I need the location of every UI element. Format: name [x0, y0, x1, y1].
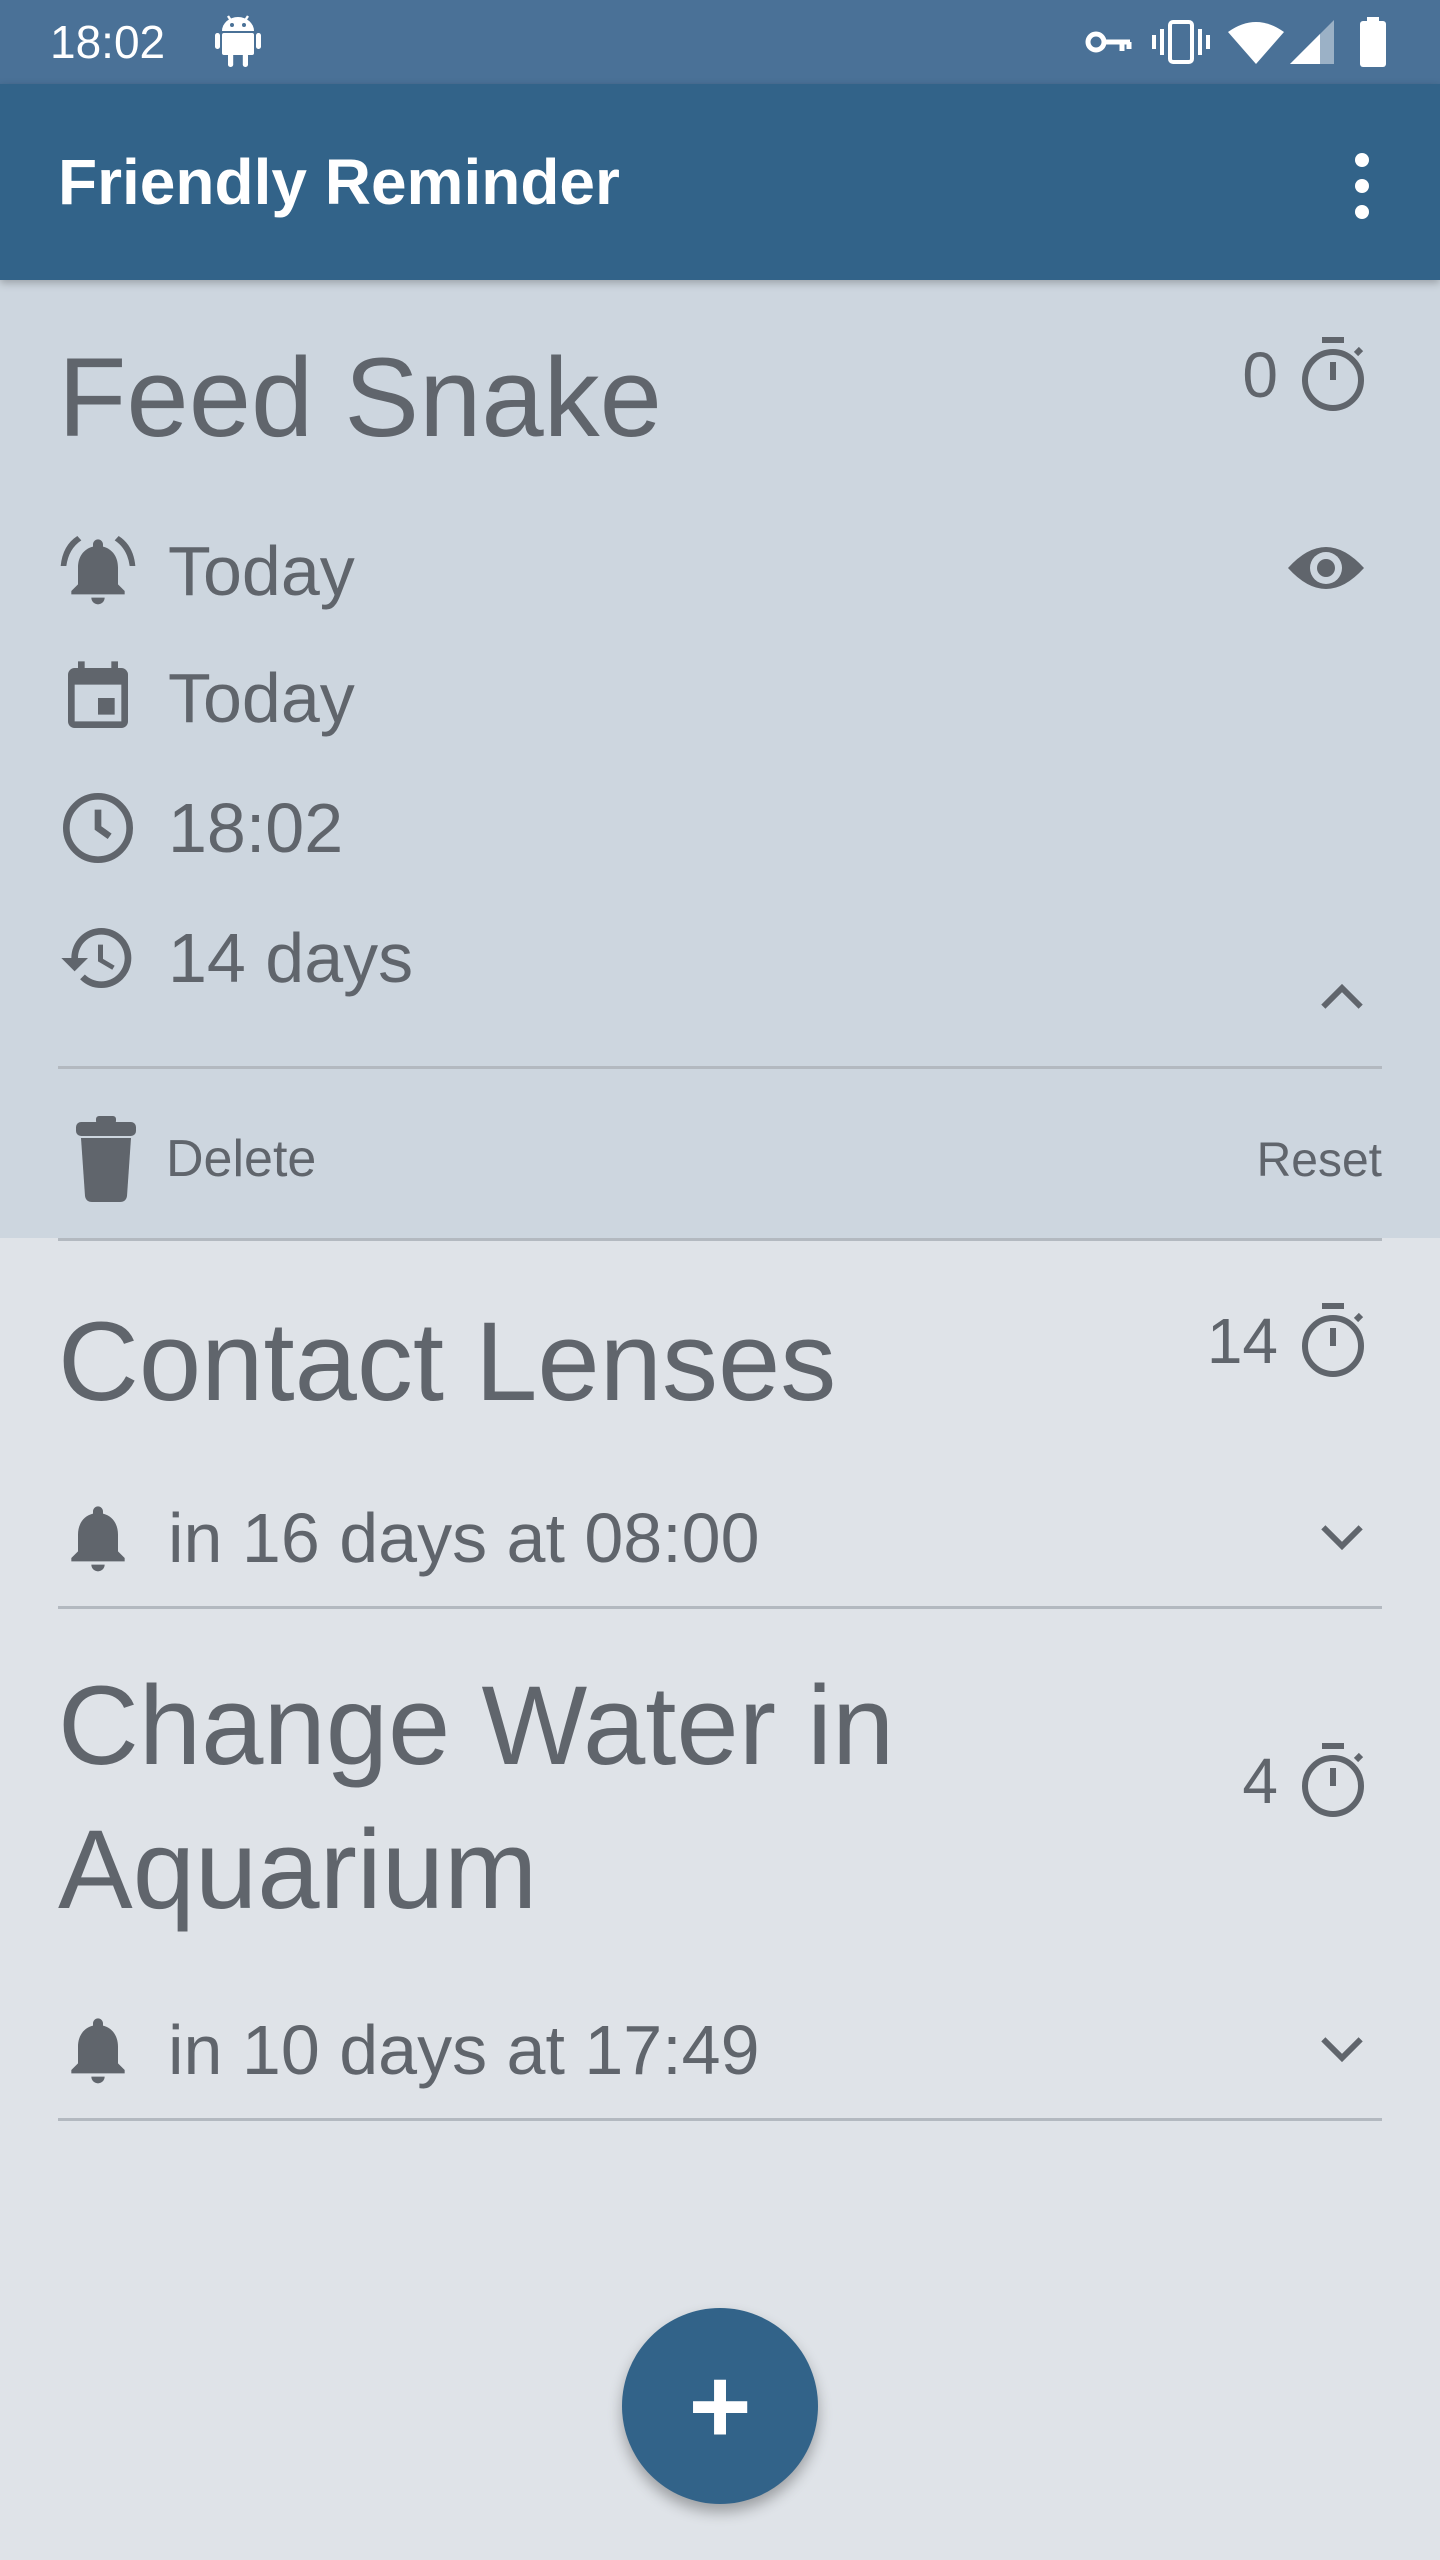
- divider: [58, 1606, 1382, 1609]
- clock-icon: [63, 793, 133, 863]
- reminder-counter: 14: [1207, 1296, 1366, 1386]
- alarm-bell-icon: [60, 536, 136, 605]
- status-bar: 18:02: [0, 0, 1440, 84]
- battery-icon: [1358, 0, 1388, 84]
- next-reminder-text: in 10 days at 17:49: [168, 2011, 760, 2089]
- eye-icon[interactable]: [1286, 538, 1366, 598]
- next-reminder-text: in 16 days at 08:00: [168, 1499, 760, 1577]
- stopwatch-icon: [1302, 337, 1364, 411]
- more-vert-icon[interactable]: [1336, 146, 1388, 226]
- reminder-counter: 4: [1242, 1736, 1366, 1826]
- wifi-icon: [1228, 0, 1284, 84]
- interval-row: 14 days: [58, 910, 413, 1006]
- vibrate-icon: [1150, 0, 1212, 84]
- history-icon: [61, 928, 132, 988]
- reset-button[interactable]: Reset: [1257, 1125, 1382, 1195]
- app-title: Friendly Reminder: [58, 146, 620, 218]
- plus-icon: +: [688, 2345, 752, 2466]
- divider: [58, 1238, 1382, 1241]
- delete-label: Delete: [166, 1130, 317, 1188]
- next-reminder-row: in 16 days at 08:00: [58, 1490, 760, 1586]
- status-time: 18:02: [50, 16, 166, 68]
- reminder-title-line-1: Change Water in: [58, 1663, 895, 1788]
- delete-button[interactable]: Delete: [74, 1104, 316, 1214]
- reset-label: Reset: [1256, 1133, 1382, 1187]
- calendar-icon: [68, 661, 128, 728]
- date-text: Today: [168, 659, 355, 737]
- stopwatch-icon: [1302, 1743, 1364, 1817]
- app-bar: Friendly Reminder: [0, 84, 1440, 280]
- time-row: 18:02: [58, 780, 343, 876]
- cellular-signal-icon: [1290, 0, 1334, 84]
- reminder-title: Contact Lenses: [58, 1299, 837, 1424]
- counter-value: 14: [1206, 1305, 1278, 1377]
- date-row: Today: [58, 650, 355, 746]
- next-reminder-row: in 10 days at 17:49: [58, 2002, 760, 2098]
- notification-row: Today: [58, 523, 355, 619]
- reminder-title-line-2: Aquarium: [58, 1807, 538, 1932]
- reminder-counter: 0: [1242, 330, 1366, 420]
- chevron-down-icon[interactable]: [1310, 1506, 1374, 1570]
- notification-text: Today: [168, 532, 355, 610]
- trash-icon: [76, 1116, 136, 1202]
- stopwatch-icon: [1302, 1303, 1364, 1377]
- divider: [58, 1066, 1382, 1069]
- divider: [58, 2118, 1382, 2121]
- reminder-title: Feed Snake: [58, 335, 662, 460]
- counter-value: 4: [1242, 1745, 1278, 1817]
- bell-icon: [71, 2018, 125, 2084]
- add-reminder-button[interactable]: +: [622, 2308, 818, 2504]
- reminder-card-feed-snake[interactable]: Feed Snake 0 Today Today 18:02 14 days D…: [0, 280, 1440, 1238]
- chevron-up-icon[interactable]: [1310, 964, 1374, 1028]
- interval-text: 14 days: [168, 919, 414, 997]
- counter-value: 0: [1242, 339, 1278, 411]
- key-icon: [1084, 0, 1134, 84]
- bell-icon: [71, 1506, 125, 1572]
- chevron-down-icon[interactable]: [1310, 2018, 1374, 2082]
- time-text: 18:02: [168, 789, 344, 867]
- android-icon: [214, 0, 262, 84]
